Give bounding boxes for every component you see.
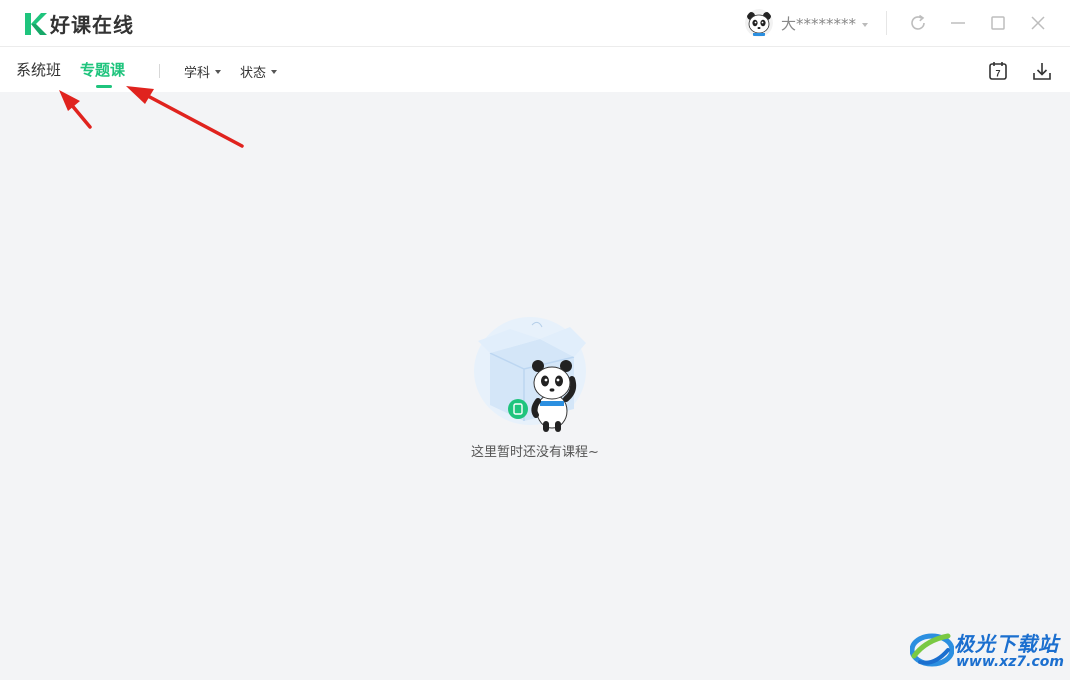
annotation-arrow-topic-tab xyxy=(126,86,244,148)
download-icon[interactable] xyxy=(1031,60,1053,82)
annotation-arrow-system-tab xyxy=(59,90,92,129)
subject-filter-dropdown[interactable]: 学科 xyxy=(184,62,222,81)
watermark-logo-icon xyxy=(909,633,955,667)
maximize-icon[interactable] xyxy=(987,12,1009,34)
nav-divider xyxy=(159,64,160,78)
app-name: 好课在线 xyxy=(50,13,134,37)
caret-down-icon xyxy=(271,69,278,74)
chevron-down-icon xyxy=(862,23,869,27)
close-icon[interactable] xyxy=(1027,12,1049,34)
username: 大******** xyxy=(781,14,857,33)
nav-bar: 系统班 专题课 学科 状态 7 xyxy=(0,47,1070,92)
calendar-icon[interactable]: 7 xyxy=(987,60,1009,82)
titlebar-divider xyxy=(886,11,887,35)
minimize-icon[interactable] xyxy=(947,12,969,34)
app-logo: 好课在线 xyxy=(23,9,134,38)
tab-system-class[interactable]: 系统班 xyxy=(16,59,61,80)
logo-k-icon xyxy=(25,12,47,35)
calendar-day: 7 xyxy=(995,69,1000,79)
panda-avatar-icon xyxy=(745,9,773,37)
active-tab-indicator xyxy=(96,85,112,88)
watermark-title: 极光下载站 xyxy=(954,632,1059,656)
user-menu[interactable]: 大******** xyxy=(745,9,869,37)
refresh-icon[interactable] xyxy=(907,12,929,34)
empty-state-panda-illustration xyxy=(474,317,586,432)
watermark-url: www.xz7.com xyxy=(956,654,1064,670)
status-filter-dropdown[interactable]: 状态 xyxy=(240,62,278,81)
caret-down-icon xyxy=(215,69,222,74)
tab-topic-course[interactable]: 专题课 xyxy=(80,59,125,80)
title-bar: 好课在线 大******** xyxy=(0,0,1070,47)
status-filter-label: 状态 xyxy=(240,66,267,81)
watermark: 极光下载站 www.xz7.com xyxy=(909,626,1065,676)
subject-filter-label: 学科 xyxy=(184,66,211,81)
empty-state-message: 这里暂时还没有课程~ xyxy=(471,445,599,460)
